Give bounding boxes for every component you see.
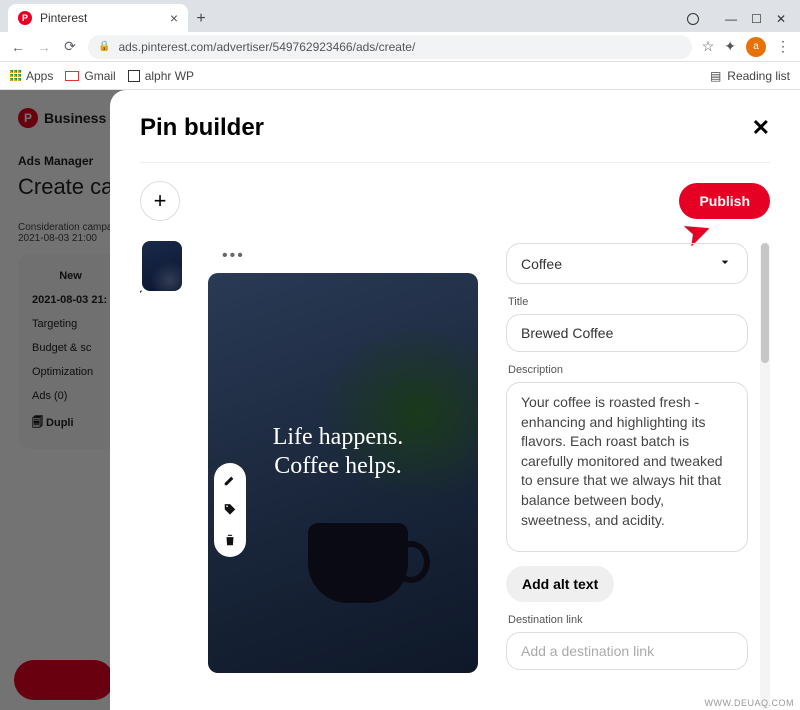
url-field[interactable]: 🔒 ads.pinterest.com/advertiser/549762923… [88,35,692,59]
watermark: WWW.DEUAQ.COM [705,698,795,708]
chevron-down-icon [717,254,733,273]
back-icon[interactable]: ← [10,39,26,55]
minimize-icon[interactable]: — [725,12,737,26]
publish-button[interactable]: Publish [679,183,770,219]
pin-builder-modal: Pin builder ✕ + Publish ➤ ••• Life happe… [110,90,800,710]
pinterest-favicon: P [18,11,32,25]
image-quote-text: Life happens. Coffee helps. [248,423,428,481]
close-tab-icon[interactable]: × [170,10,178,26]
lock-icon: 🔒 [98,41,110,52]
forward-icon: → [36,39,52,55]
gmail-bookmark[interactable]: Gmail [65,69,115,83]
apps-bookmark[interactable]: Apps [10,69,53,83]
destination-link-label: Destination link [508,614,748,626]
close-window-icon[interactable]: ✕ [776,12,786,26]
account-circle-icon[interactable] [687,13,699,25]
trash-icon[interactable] [223,533,237,547]
pin-thumbnail[interactable] [142,241,182,291]
reload-icon[interactable]: ⟳ [62,38,78,55]
tab-title: Pinterest [40,11,87,25]
gmail-label: Gmail [84,69,115,83]
apps-icon [10,70,21,81]
bookmarks-bar: Apps Gmail alphr WP ▤ Reading list [0,62,800,90]
image-tools [214,463,246,557]
new-tab-button[interactable]: + [188,6,214,32]
destination-link-input[interactable]: Add a destination link [506,632,748,670]
form-column: Coffee Title Brewed Coffee Description Y… [506,239,770,710]
apps-label: Apps [26,69,53,83]
add-pin-button[interactable]: + [140,181,180,221]
more-options-icon[interactable]: ••• [222,247,245,265]
preview-column: ••• Life happens. Coffee helps. [208,239,488,710]
alphr-icon [128,70,140,82]
reading-list-label: Reading list [727,69,790,83]
reading-list-icon: ▤ [710,69,721,83]
profile-avatar[interactable]: a [746,37,766,57]
alphr-label: alphr WP [145,69,194,83]
browser-tabbar: P Pinterest × + — ☐ ✕ [0,0,800,32]
address-bar: ← → ⟳ 🔒 ads.pinterest.com/advertiser/549… [0,32,800,62]
browser-tab[interactable]: P Pinterest × [8,4,188,32]
maximize-icon[interactable]: ☐ [751,12,762,26]
thumbnail-column [140,239,190,710]
title-input[interactable]: Brewed Coffee [506,314,748,352]
reading-list-button[interactable]: ▤ Reading list [710,69,790,83]
star-icon[interactable]: ☆ [702,38,715,55]
cup-graphic [308,523,408,603]
description-label: Description [508,364,748,376]
board-selected-value: Coffee [521,256,562,272]
window-controls: — ☐ ✕ [687,12,800,32]
extensions-icon[interactable]: ✦ [724,38,736,55]
description-textarea[interactable]: Your coffee is roasted fresh - enhancing… [506,382,748,552]
scrollbar-thumb[interactable] [761,243,769,363]
close-modal-icon[interactable]: ✕ [752,115,770,141]
gmail-icon [65,71,79,81]
pin-preview-image[interactable]: Life happens. Coffee helps. [208,273,478,673]
edit-icon[interactable] [223,473,237,487]
alphr-bookmark[interactable]: alphr WP [128,69,194,83]
url-text: ads.pinterest.com/advertiser/54976292346… [118,40,415,54]
add-alt-text-button[interactable]: Add alt text [506,566,614,602]
kebab-menu-icon[interactable]: ⋮ [776,38,790,55]
board-select[interactable]: Coffee [506,243,748,284]
title-label: Title [508,296,748,308]
tag-icon[interactable] [223,503,237,517]
modal-title: Pin builder [140,114,264,142]
